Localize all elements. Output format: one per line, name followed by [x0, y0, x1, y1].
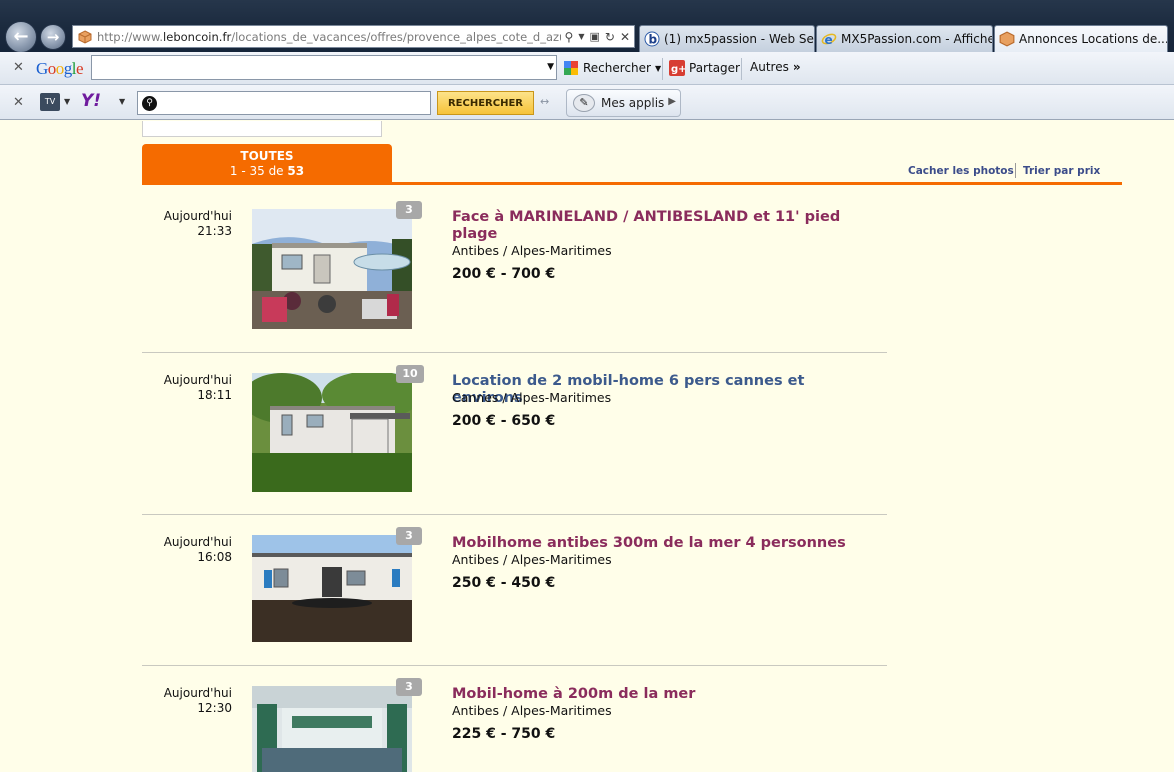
google-plus-icon: g+	[669, 60, 685, 76]
search-form-bottom	[142, 121, 382, 137]
google-search-icon	[564, 61, 578, 75]
svg-text:b: b	[649, 33, 658, 47]
dropdown-arrow-icon[interactable]: ▼	[578, 32, 584, 41]
listing-date: Aujourd'hui 18:11	[163, 373, 232, 402]
listing-photo[interactable]	[252, 535, 412, 642]
site-favicon-icon	[999, 31, 1015, 47]
listing-price: 225 € - 750 €	[452, 726, 556, 742]
yahoo-search-input[interactable]: ⚲	[137, 91, 431, 115]
dropdown-arrow-icon[interactable]: ▼	[64, 97, 70, 106]
tab-mx5passion-search[interactable]: b (1) mx5passion - Web Sear...	[639, 25, 815, 52]
stop-icon[interactable]: ✕	[620, 30, 630, 44]
listing-price: 250 € - 450 €	[452, 575, 556, 591]
tab-mx5passion-forum[interactable]: e MX5Passion.com - Affiche...	[816, 25, 993, 52]
double-chevron-right-icon: »	[792, 60, 801, 74]
listing-location: Cannes / Alpes-Maritimes	[452, 390, 612, 405]
sort-by-price-link[interactable]: Trier par prix	[1023, 165, 1100, 177]
chevron-right-icon: ▶	[668, 96, 676, 107]
address-bar[interactable]: http://www.leboncoin.fr/locations_de_vac…	[72, 25, 635, 48]
listing-location: Antibes / Alpes-Maritimes	[452, 703, 612, 718]
list-item[interactable]: Aujourd'hui 21:33 3 Face à MARINELAND / …	[142, 201, 887, 369]
tab-toutes[interactable]: TOUTES 1 - 35 de 53	[142, 144, 392, 184]
internet-explorer-icon: e	[821, 33, 837, 47]
list-item[interactable]: Aujourd'hui 16:08 3 Mobilhome antibes 300…	[142, 527, 887, 695]
listing-location: Antibes / Alpes-Maritimes	[452, 552, 612, 567]
tab-underline	[142, 182, 1122, 185]
google-search-input[interactable]: ▼	[91, 55, 557, 80]
svg-text:g+: g+	[671, 64, 685, 75]
tv-icon[interactable]: TV	[40, 93, 60, 111]
search-icon: ⚲	[142, 96, 157, 111]
listing-date: Aujourd'hui 21:33	[163, 209, 232, 238]
arrow-right-icon: →	[46, 27, 60, 46]
mobile-home-photo	[252, 209, 412, 329]
page-content: TOUTES 1 - 35 de 53 Cacher les photos Tr…	[0, 121, 1174, 772]
listing-price: 200 € - 700 €	[452, 266, 556, 282]
dropdown-arrow-icon[interactable]: ▼	[119, 97, 125, 106]
photo-count-badge: 3	[396, 527, 422, 545]
arrow-left-icon: ←	[13, 26, 29, 47]
google-toolbar: ✕ Google ▼ Rechercher ▼ g+ Partager Autr…	[0, 52, 1174, 85]
partager-button[interactable]: g+ Partager	[669, 60, 740, 76]
yahoo-search-button[interactable]: RECHERCHER	[437, 91, 534, 115]
close-toolbar-icon[interactable]: ✕	[13, 95, 24, 110]
back-button[interactable]: ←	[5, 21, 37, 53]
listing-date: Aujourd'hui 12:30	[163, 686, 232, 715]
mobile-home-interior-photo	[252, 686, 412, 772]
bing-icon: b	[644, 31, 660, 47]
photo-count-badge: 10	[396, 365, 424, 383]
autres-button[interactable]: Autres »	[750, 60, 801, 74]
tab-annonces-locations[interactable]: Annonces Locations de... ✕	[994, 25, 1168, 52]
close-toolbar-icon[interactable]: ✕	[13, 60, 24, 75]
yahoo-toolbar: ✕ TV ▼ Y! ▼ ⚲ RECHERCHER ↔ ✎ Mes applis …	[0, 85, 1174, 120]
mobile-home-photo	[252, 535, 412, 642]
listing-photo[interactable]	[252, 686, 412, 772]
hide-photos-link[interactable]: Cacher les photos	[908, 165, 1014, 177]
mes-applis-button[interactable]: ✎ Mes applis ▶	[566, 89, 681, 117]
google-logo[interactable]: Google	[36, 59, 84, 79]
apps-pencil-icon: ✎	[573, 94, 595, 112]
listing-divider	[142, 665, 887, 666]
listing-title[interactable]: Face à MARINELAND / ANTIBESLAND et 11' p…	[452, 209, 872, 243]
address-url: http://www.leboncoin.fr/locations_de_vac…	[97, 29, 561, 44]
listing-title[interactable]: Mobil-home à 200m de la mer	[452, 686, 872, 703]
listing-divider	[142, 352, 887, 353]
refresh-icon[interactable]: ↻	[605, 30, 615, 44]
dropdown-arrow-icon: ▼	[654, 63, 662, 73]
mobile-home-photo	[252, 373, 412, 492]
photo-count-badge: 3	[396, 678, 422, 696]
list-item[interactable]: Aujourd'hui 18:11 10 Location de 2 mobil-…	[142, 365, 887, 533]
list-item[interactable]: Aujourd'hui 12:30 3 Mobil-home à 200m de …	[142, 678, 887, 772]
resize-handle-icon[interactable]: ↔	[540, 95, 549, 108]
site-favicon-icon	[78, 29, 92, 44]
listing-photo[interactable]	[252, 373, 412, 492]
forward-button[interactable]: →	[40, 24, 66, 50]
listing-location: Antibes / Alpes-Maritimes	[452, 243, 612, 258]
listing-divider	[142, 514, 887, 515]
listing-title[interactable]: Mobilhome antibes 300m de la mer 4 perso…	[452, 535, 872, 552]
listing-price: 200 € - 650 €	[452, 413, 556, 429]
photo-count-badge: 3	[396, 201, 422, 219]
compatibility-view-icon[interactable]: ▣	[589, 30, 599, 43]
listing-photo[interactable]	[252, 209, 412, 329]
svg-text:e: e	[825, 33, 833, 47]
dropdown-arrow-icon[interactable]: ▼	[547, 62, 554, 72]
search-icon[interactable]: ⚲	[565, 30, 574, 44]
yahoo-logo[interactable]: Y!	[81, 91, 101, 111]
listing-date: Aujourd'hui 16:08	[163, 535, 232, 564]
rechercher-button[interactable]: Rechercher ▼	[563, 60, 661, 76]
